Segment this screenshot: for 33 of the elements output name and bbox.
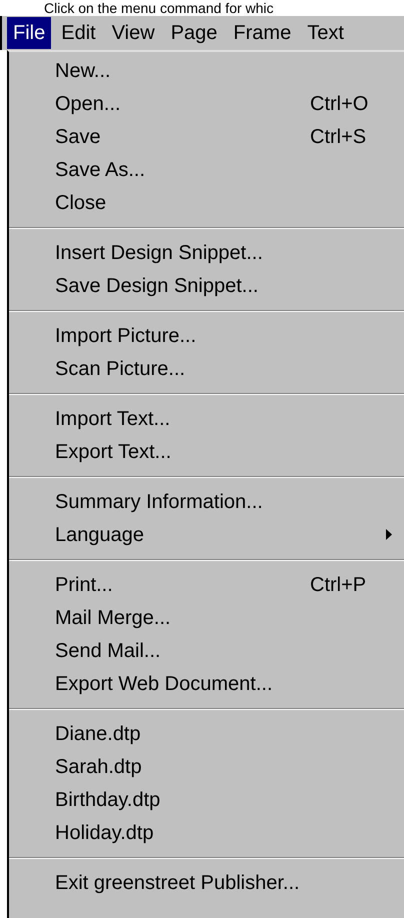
menu-item[interactable]: Save Ctrl+S: [9, 120, 404, 153]
menu-item[interactable]: Diane.dtp: [9, 717, 404, 750]
menu-item[interactable]: Sarah.dtp: [9, 750, 404, 783]
shortcut-text: Ctrl+S: [310, 124, 368, 150]
menu-item[interactable]: Scan Picture...: [9, 352, 404, 385]
menu-item[interactable]: Print... Ctrl+P: [9, 568, 404, 601]
submenu-arrow-icon: [386, 529, 392, 540]
menu-item[interactable]: Summary Information...: [9, 485, 404, 518]
menu-bar-item[interactable]: Page: [164, 17, 224, 49]
menu-item[interactable]: Save Design Snippet...: [9, 269, 404, 302]
menu-item[interactable]: Holiday.dtp: [9, 816, 404, 849]
menu-item[interactable]: Open... Ctrl+O: [9, 87, 404, 120]
menu-bar-item[interactable]: File: [7, 17, 52, 49]
menu-item[interactable]: New...: [9, 54, 404, 87]
menu-bar-item[interactable]: Text: [301, 17, 350, 49]
menu-item[interactable]: Birthday.dtp: [9, 783, 404, 816]
menu-item[interactable]: Close: [9, 186, 404, 219]
menu-item[interactable]: Exit greenstreet Publisher...: [9, 866, 404, 899]
menu-bar-item[interactable]: View: [106, 17, 161, 49]
menu-bar-item[interactable]: Edit: [55, 17, 102, 49]
menu-item[interactable]: Language: [9, 518, 404, 551]
menu-item[interactable]: Import Text...: [9, 402, 404, 435]
menu-item[interactable]: Insert Design Snippet...: [9, 236, 404, 269]
instruction-text: Click on the menu command for whic: [44, 0, 274, 16]
menu-item[interactable]: Send Mail...: [9, 634, 404, 667]
menu-item[interactable]: Mail Merge...: [9, 601, 404, 634]
menu-item[interactable]: Export Text...: [9, 435, 404, 468]
shortcut-text: Ctrl+O: [310, 92, 370, 116]
shortcut-text: Ctrl+P: [310, 572, 368, 598]
menu-item[interactable]: Export Web Document...: [9, 667, 404, 700]
menu-item[interactable]: Import Picture...: [9, 319, 404, 352]
menu-bar-item[interactable]: Frame: [227, 17, 298, 49]
menu-item[interactable]: Save As...: [9, 153, 404, 186]
